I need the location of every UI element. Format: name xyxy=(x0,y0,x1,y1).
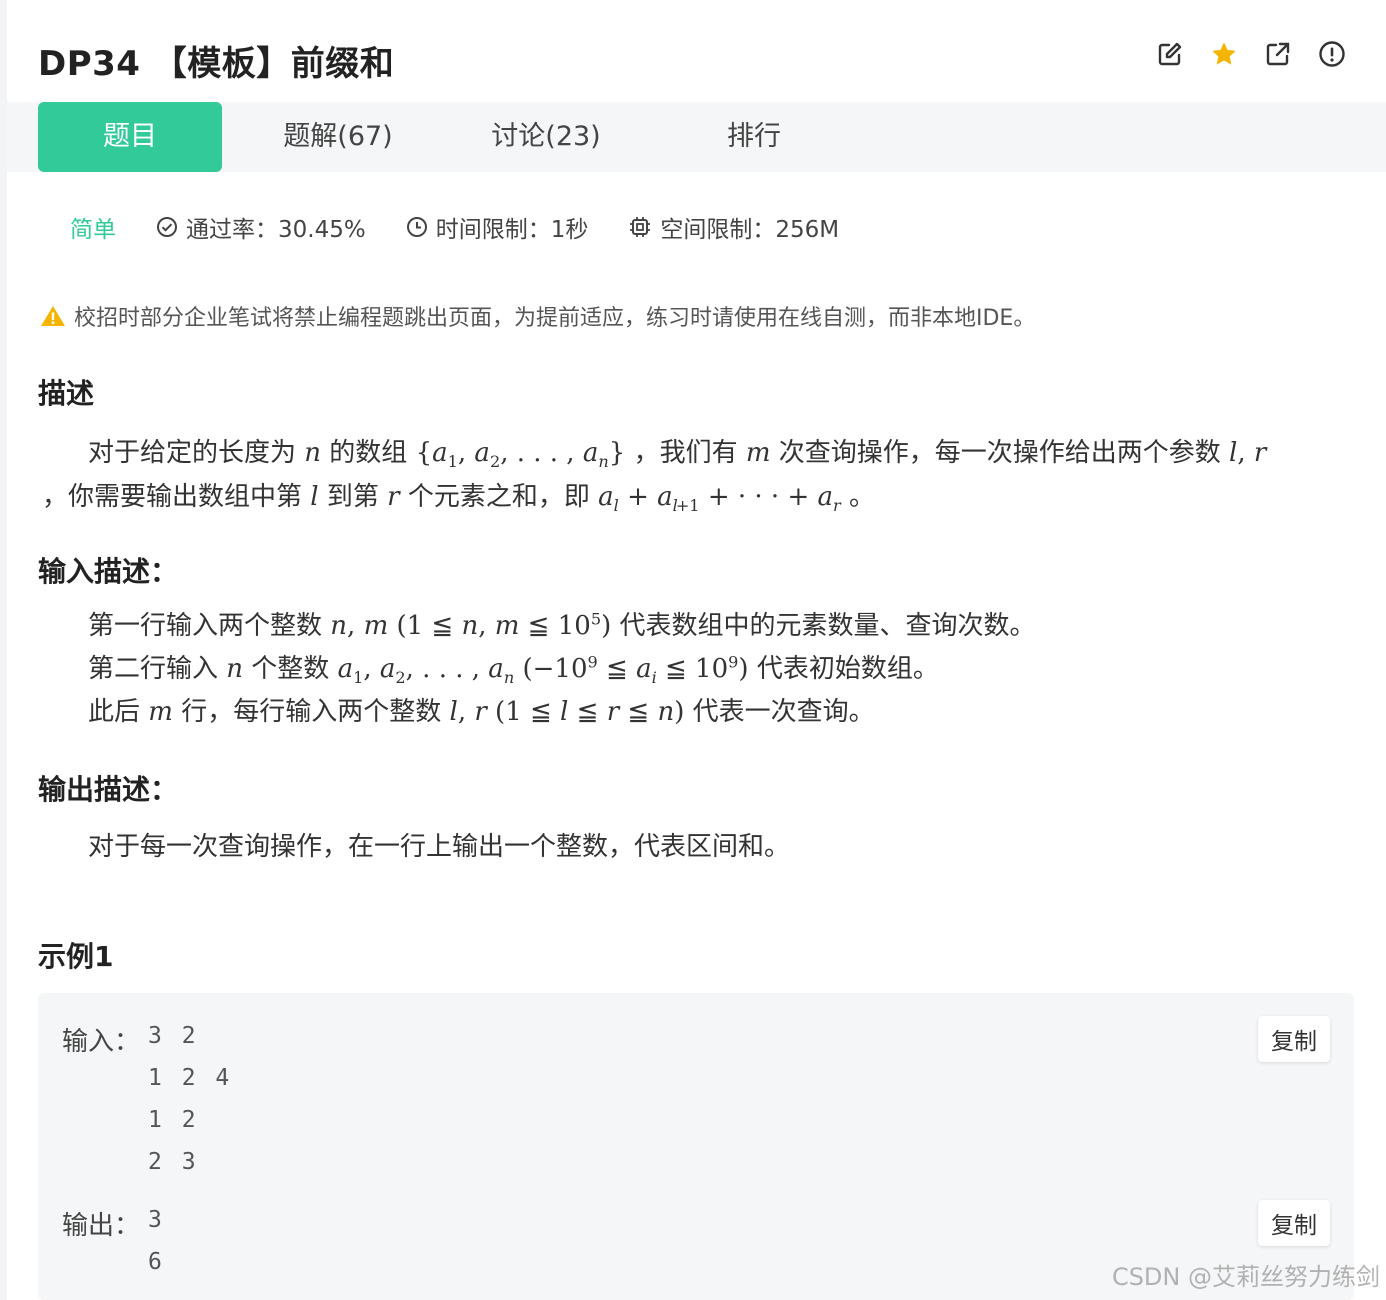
header-actions xyxy=(1156,40,1346,68)
problem-title: DP34 【模板】前缀和 xyxy=(38,43,395,84)
time-limit-text: 时间限制：1秒 xyxy=(435,217,589,243)
copy-output-button[interactable]: 复制 xyxy=(1258,1200,1330,1246)
external-link-icon[interactable] xyxy=(1264,40,1292,68)
memory-limit-text: 空间限制：256M xyxy=(660,217,840,243)
ide-warning: 校招时部分企业笔试将禁止编程题跳出页面，为提前适应，练习时请使用在线自测，而非本… xyxy=(40,300,1035,332)
problem-tabs: 题目 题解(67) 讨论(23) 排行 xyxy=(7,102,1386,172)
example-output-line: 3 xyxy=(148,1207,165,1233)
example-input-label: 输入： xyxy=(62,1027,141,1057)
pass-rate: 通过率：30.45% xyxy=(156,210,366,244)
output-desc-heading: 输出描述： xyxy=(38,773,179,806)
warning-icon xyxy=(41,306,65,326)
tab-solutions[interactable]: 题解(67) xyxy=(253,102,423,172)
input-desc-line-3: 此后 m 行，每行输入两个整数 l, r (1 ≦ l ≦ r ≦ n) 代表一… xyxy=(88,697,875,727)
input-desc-line-1: 第一行输入两个整数 n, m (1 ≦ n, m ≦ 105) 代表数组中的元素… xyxy=(88,609,1036,641)
tab-ranking[interactable]: 排行 xyxy=(669,102,839,172)
output-desc-text: 对于每一次查询操作，在一行上输出一个整数，代表区间和。 xyxy=(88,832,791,862)
copy-input-button[interactable]: 复制 xyxy=(1258,1016,1330,1062)
edit-icon[interactable] xyxy=(1156,40,1184,68)
input-desc-line-2: 第二行输入 n 个整数 a1, a2, . . . , an (−109 ≦ a… xyxy=(88,652,939,688)
example-input-line: 2 3 xyxy=(148,1149,199,1175)
example-input-line: 1 2 4 xyxy=(148,1065,233,1091)
problem-meta: 简单 通过率：30.45% 时间限制：1秒 空间限制：256M xyxy=(70,210,879,244)
input-desc-heading: 输入描述： xyxy=(38,555,179,588)
report-icon[interactable] xyxy=(1318,40,1346,68)
example-output-label: 输出： xyxy=(62,1211,141,1241)
example-heading: 示例1 xyxy=(38,940,114,973)
difficulty-badge: 简单 xyxy=(70,217,116,243)
warning-text: 校招时部分企业笔试将禁止编程题跳出页面，为提前适应，练习时请使用在线自测，而非本… xyxy=(74,306,1036,331)
tab-problem[interactable]: 题目 xyxy=(38,102,222,172)
description-line-2: ，你需要输出数组中第 l 到第 r 个元素之和，即 al + al+1 + · … xyxy=(42,482,876,516)
left-edge xyxy=(0,0,7,1300)
tab-discussion[interactable]: 讨论(23) xyxy=(461,102,631,172)
star-icon[interactable] xyxy=(1210,40,1238,68)
problem-header: DP34 【模板】前缀和 xyxy=(38,36,1346,84)
example-output-line: 6 xyxy=(148,1249,165,1275)
chip-icon xyxy=(630,217,651,237)
time-limit: 时间限制：1秒 xyxy=(406,210,589,244)
example-input-line: 3 2 xyxy=(148,1023,199,1049)
clock-icon xyxy=(406,217,427,237)
check-circle-icon xyxy=(157,217,177,237)
example-input-line: 1 2 xyxy=(148,1107,199,1133)
memory-limit: 空间限制：256M xyxy=(628,210,839,244)
description-line-1: 对于给定的长度为 n 的数组 {a1, a2, . . . , an} ，我们有… xyxy=(88,438,1267,472)
description-heading: 描述 xyxy=(38,377,95,410)
pass-rate-text: 通过率：30.45% xyxy=(186,217,366,243)
watermark: CSDN @艾莉丝努力练剑 xyxy=(1111,1263,1380,1291)
example-box: 输入： 3 2 1 2 4 1 2 2 3 复制 输出： 3 6 复制 xyxy=(38,993,1354,1300)
